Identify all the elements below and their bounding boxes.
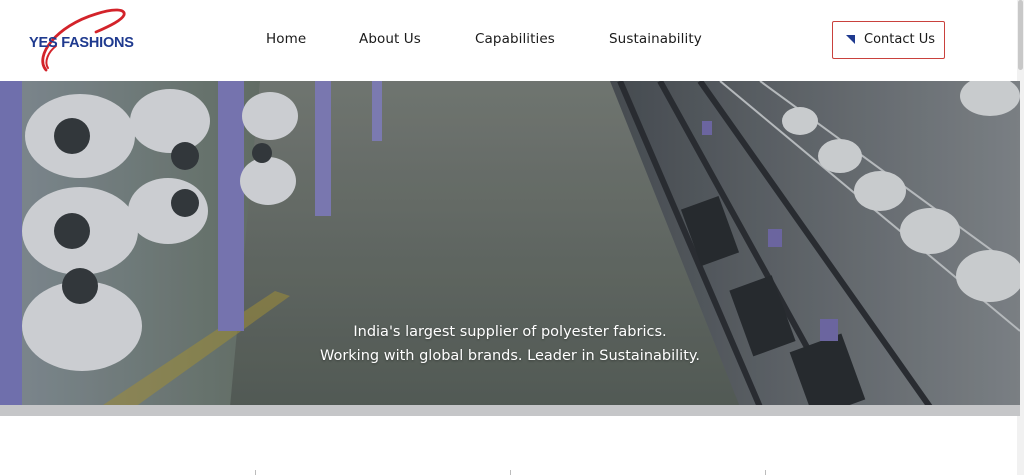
nav-sustainability-link[interactable]: Sustainability <box>609 31 702 47</box>
hero-bottom-bar <box>0 405 1020 416</box>
page-scrollbar-thumb[interactable] <box>1018 0 1023 70</box>
triangle-marker-icon <box>846 35 855 44</box>
nav-home-link[interactable]: Home <box>266 31 306 47</box>
column-divider <box>765 470 766 475</box>
hero-tagline-line-1: India's largest supplier of polyester fa… <box>353 324 667 340</box>
contact-us-button[interactable]: Contact Us <box>832 21 945 59</box>
contact-us-label: Contact Us <box>864 32 935 47</box>
column-divider <box>510 470 511 475</box>
logo-text: YES FASHIONS <box>29 35 134 51</box>
brand-logo[interactable]: YES FASHIONS <box>26 6 138 72</box>
hero-banner: India's largest supplier of polyester fa… <box>0 81 1020 407</box>
column-divider <box>255 470 256 475</box>
hero-tagline-line-2: Working with global brands. Leader in Su… <box>319 348 701 364</box>
nav-about-us-link[interactable]: About Us <box>359 31 421 47</box>
nav-capabilities-link[interactable]: Capabilities <box>475 31 555 47</box>
site-header: YES FASHIONS Home About Us Capabilities … <box>0 0 1024 81</box>
